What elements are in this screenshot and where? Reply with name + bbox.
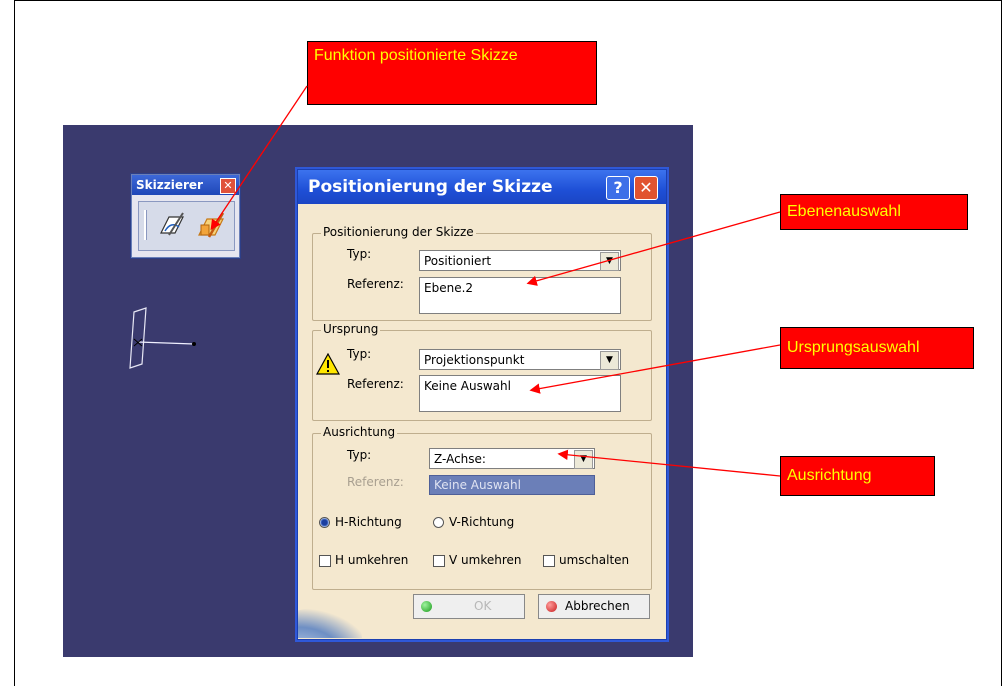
callout-funktion: Funktion positionierte Skizze [307, 41, 597, 105]
chevron-down-icon[interactable]: ▼ [600, 252, 619, 271]
callout-ebene: Ebenenauswahl [780, 194, 968, 230]
checkbox-h-umkehren[interactable] [319, 555, 331, 567]
cancel-label: Abbrechen [565, 599, 630, 613]
ausrichtung-referenz-value: Keine Auswahl [434, 478, 521, 492]
checkbox-v-umkehren[interactable] [433, 555, 445, 567]
referenz-label: Referenz: [347, 377, 404, 391]
callout-funktion-text: Funktion positionierte Skizze [314, 47, 518, 64]
chevron-down-icon[interactable]: ▼ [600, 351, 619, 370]
ursprung-typ-select[interactable]: Projektionspunkt ▼ [419, 349, 621, 370]
group-positionierung: Positionierung der Skizze Typ: Positioni… [312, 225, 652, 321]
positionierung-dialog: Positionierung der Skizze ? ✕ Positionie… [297, 169, 667, 640]
frame-left-line [14, 0, 15, 686]
radio-v-richtung[interactable] [433, 517, 444, 528]
group-positionierung-label: Positionierung der Skizze [321, 225, 476, 239]
checkbox-h-umkehren-label[interactable]: H umkehren [335, 553, 408, 567]
group-ursprung: Ursprung Typ: Projektionspunkt ▼ Referen… [312, 322, 652, 421]
referenz-label: Referenz: [347, 475, 404, 489]
red-light-icon [546, 601, 557, 612]
ausrichtung-typ-select[interactable]: Z-Achse: ▼ [429, 448, 595, 469]
toolbar-title: Skizzierer [136, 178, 203, 192]
radio-h-richtung-label[interactable]: H-Richtung [335, 515, 402, 529]
callout-ausrichtung: Ausrichtung [780, 456, 935, 496]
green-light-icon [421, 601, 432, 612]
group-ursprung-label: Ursprung [321, 322, 381, 336]
ok-button[interactable]: OK [413, 594, 525, 619]
ausrichtung-referenz-field: Keine Auswahl [429, 475, 595, 495]
ursprung-referenz-value: Keine Auswahl [424, 379, 511, 393]
toolbar-grip[interactable] [144, 210, 147, 240]
skizzierer-toolbar: Skizzierer ✕ [131, 174, 240, 258]
sketch-icon [160, 212, 184, 236]
checkbox-v-umkehren-label[interactable]: V umkehren [449, 553, 522, 567]
chevron-down-icon[interactable]: ▼ [574, 450, 593, 469]
toolbar-close-icon[interactable]: ✕ [220, 178, 236, 194]
positionierung-typ-select[interactable]: Positioniert ▼ [419, 250, 621, 271]
callout-ursprung-text: Ursprungsauswahl [787, 339, 920, 356]
radio-h-richtung[interactable] [319, 517, 330, 528]
referenz-label: Referenz: [347, 277, 404, 291]
ok-label: OK [474, 599, 492, 613]
positionierung-referenz-value: Ebene.2 [424, 281, 474, 295]
frame-right-line [1001, 0, 1002, 686]
callout-ebene-text: Ebenenauswahl [787, 203, 901, 220]
group-ausrichtung-label: Ausrichtung [321, 425, 398, 439]
positioned-sketch-button[interactable] [195, 209, 225, 241]
positionierung-referenz-field[interactable]: Ebene.2 [419, 277, 621, 314]
positioned-sketch-icon [198, 212, 225, 238]
sketch-plane-symbol [129, 307, 196, 369]
toolbar-body [138, 201, 235, 251]
ursprung-typ-value: Projektionspunkt [424, 353, 525, 367]
positionierung-typ-value: Positioniert [424, 254, 492, 268]
warning-icon [316, 353, 340, 375]
ausrichtung-typ-value: Z-Achse: [434, 452, 486, 466]
checkbox-umschalten[interactable] [543, 555, 555, 567]
help-icon[interactable]: ? [606, 176, 630, 200]
ursprung-referenz-field[interactable]: Keine Auswahl [419, 375, 621, 412]
cancel-button[interactable]: Abbrechen [538, 594, 650, 619]
typ-label: Typ: [347, 448, 372, 462]
dialog-title: Positionierung der Skizze [308, 177, 553, 197]
sketch-button[interactable] [157, 209, 187, 241]
typ-label: Typ: [347, 347, 372, 361]
callout-ursprung: Ursprungsauswahl [780, 327, 974, 369]
radio-v-richtung-label[interactable]: V-Richtung [449, 515, 514, 529]
group-ausrichtung: Ausrichtung Typ: Z-Achse: ▼ Referenz: Ke… [312, 425, 652, 590]
frame-top-line [14, 0, 1002, 1]
dialog-title-bar[interactable]: Positionierung der Skizze ? ✕ [298, 170, 666, 204]
typ-label: Typ: [347, 247, 372, 261]
toolbar-title-bar: Skizzierer ✕ [132, 175, 239, 195]
callout-ausrichtung-text: Ausrichtung [787, 467, 872, 484]
close-icon[interactable]: ✕ [634, 176, 658, 200]
checkbox-umschalten-label[interactable]: umschalten [559, 553, 629, 567]
globe-decoration [298, 608, 362, 638]
